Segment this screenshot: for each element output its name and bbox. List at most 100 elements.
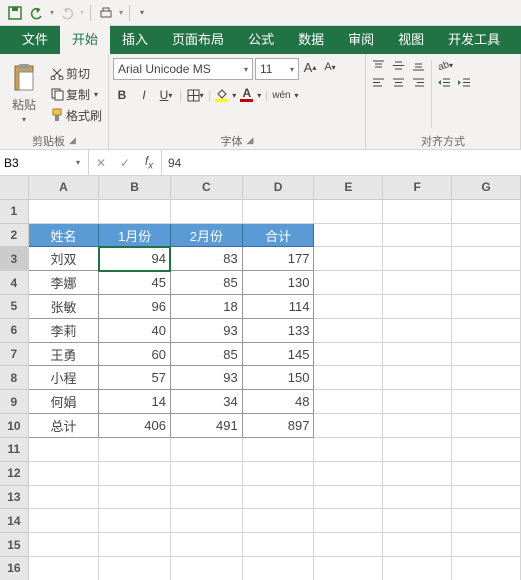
redo-icon[interactable] bbox=[58, 4, 76, 22]
font-name-combo[interactable]: Arial Unicode MS▾ bbox=[113, 58, 253, 80]
cell[interactable] bbox=[451, 295, 520, 319]
font-dialog-icon[interactable]: ◢ bbox=[247, 135, 254, 146]
cell[interactable] bbox=[170, 199, 242, 223]
row-header[interactable]: 1 bbox=[0, 199, 28, 223]
cell[interactable]: 小程 bbox=[28, 366, 98, 390]
cell[interactable]: 93 bbox=[170, 366, 242, 390]
column-header[interactable]: E bbox=[314, 176, 383, 199]
cell[interactable]: 李娜 bbox=[28, 271, 98, 295]
row-header[interactable]: 3 bbox=[0, 247, 28, 271]
cell[interactable] bbox=[383, 366, 452, 390]
cell[interactable] bbox=[314, 485, 383, 509]
cell[interactable] bbox=[451, 247, 520, 271]
cell[interactable] bbox=[451, 271, 520, 295]
cell[interactable] bbox=[99, 556, 171, 580]
bold-button[interactable]: B bbox=[113, 86, 131, 104]
print-dropdown-icon[interactable]: ▾ bbox=[119, 8, 123, 17]
cell[interactable] bbox=[451, 318, 520, 342]
cell[interactable] bbox=[28, 533, 98, 557]
row-header[interactable]: 14 bbox=[0, 509, 28, 533]
cell[interactable] bbox=[383, 437, 452, 461]
name-box-dropdown-icon[interactable]: ▾ bbox=[72, 158, 84, 167]
copy-dropdown-icon[interactable]: ▾ bbox=[94, 90, 98, 99]
cell[interactable]: 总计 bbox=[28, 414, 98, 438]
cell[interactable] bbox=[314, 342, 383, 366]
increase-indent-icon[interactable] bbox=[456, 75, 473, 89]
column-header[interactable]: A bbox=[28, 176, 98, 199]
tab-formulas[interactable]: 公式 bbox=[236, 23, 286, 54]
name-box-input[interactable] bbox=[0, 150, 72, 175]
row-header[interactable]: 10 bbox=[0, 414, 28, 438]
cell[interactable]: 姓名 bbox=[28, 223, 98, 247]
cell[interactable] bbox=[383, 509, 452, 533]
cell[interactable] bbox=[99, 509, 171, 533]
cell[interactable]: 897 bbox=[242, 414, 314, 438]
cell[interactable] bbox=[383, 342, 452, 366]
cell[interactable] bbox=[314, 509, 383, 533]
row-header[interactable]: 15 bbox=[0, 533, 28, 557]
row-header[interactable]: 12 bbox=[0, 461, 28, 485]
cell[interactable]: 60 bbox=[99, 342, 171, 366]
align-middle-icon[interactable] bbox=[390, 58, 407, 72]
tab-view[interactable]: 视图 bbox=[386, 23, 436, 54]
paste-button[interactable]: 粘贴 ▾ bbox=[4, 56, 44, 132]
print-preview-icon[interactable] bbox=[97, 4, 115, 22]
phonetic-dropdown-icon[interactable]: ▾ bbox=[294, 91, 298, 100]
cell[interactable]: 406 bbox=[99, 414, 171, 438]
cell[interactable] bbox=[170, 437, 242, 461]
cell[interactable] bbox=[451, 485, 520, 509]
cell[interactable] bbox=[314, 366, 383, 390]
cell[interactable] bbox=[451, 390, 520, 414]
cell[interactable] bbox=[383, 199, 452, 223]
cell[interactable] bbox=[383, 485, 452, 509]
cell[interactable]: 177 bbox=[242, 247, 314, 271]
tab-developer[interactable]: 开发工具 bbox=[436, 23, 512, 54]
row-header[interactable]: 7 bbox=[0, 342, 28, 366]
cell[interactable] bbox=[314, 437, 383, 461]
cell[interactable] bbox=[99, 199, 171, 223]
cell[interactable]: 114 bbox=[242, 295, 314, 319]
cell[interactable]: 张敏 bbox=[28, 295, 98, 319]
formula-bar[interactable]: 94 bbox=[162, 150, 521, 175]
cell[interactable] bbox=[314, 271, 383, 295]
save-icon[interactable] bbox=[6, 4, 24, 22]
align-center-icon[interactable] bbox=[390, 75, 407, 89]
font-size-combo[interactable]: 11▾ bbox=[255, 58, 299, 80]
cell[interactable]: 130 bbox=[242, 271, 314, 295]
cell[interactable] bbox=[170, 533, 242, 557]
font-color-dropdown-icon[interactable]: ▾ bbox=[257, 91, 261, 100]
cell[interactable] bbox=[451, 366, 520, 390]
cell[interactable] bbox=[99, 533, 171, 557]
cell[interactable] bbox=[451, 199, 520, 223]
row-header[interactable]: 11 bbox=[0, 437, 28, 461]
column-header[interactable]: F bbox=[383, 176, 452, 199]
column-header[interactable]: B bbox=[99, 176, 171, 199]
cell[interactable]: 145 bbox=[242, 342, 314, 366]
paste-dropdown-icon[interactable]: ▾ bbox=[22, 115, 26, 124]
cell[interactable] bbox=[451, 437, 520, 461]
align-bottom-icon[interactable] bbox=[410, 58, 427, 72]
cell[interactable] bbox=[383, 271, 452, 295]
redo-dropdown-icon[interactable]: ▾ bbox=[80, 8, 84, 17]
cell[interactable] bbox=[28, 199, 98, 223]
cell[interactable] bbox=[242, 199, 314, 223]
cell[interactable] bbox=[451, 556, 520, 580]
row-header[interactable]: 2 bbox=[0, 223, 28, 247]
cell[interactable] bbox=[242, 556, 314, 580]
cell[interactable] bbox=[383, 247, 452, 271]
format-painter-button[interactable]: 格式刷 bbox=[48, 106, 104, 125]
fill-color-dropdown-icon[interactable]: ▾ bbox=[232, 91, 236, 100]
cell[interactable] bbox=[28, 485, 98, 509]
tab-page-layout[interactable]: 页面布局 bbox=[160, 23, 236, 54]
qat-customize-icon[interactable]: ▾ bbox=[136, 8, 148, 17]
tab-data[interactable]: 数据 bbox=[286, 23, 336, 54]
row-header[interactable]: 6 bbox=[0, 318, 28, 342]
tab-review[interactable]: 审阅 bbox=[336, 23, 386, 54]
enter-icon[interactable]: ✓ bbox=[113, 156, 137, 170]
italic-button[interactable]: I bbox=[135, 86, 153, 104]
cell[interactable] bbox=[383, 295, 452, 319]
decrease-indent-icon[interactable] bbox=[436, 75, 453, 89]
cell[interactable]: 1月份 bbox=[99, 223, 171, 247]
cell[interactable]: 491 bbox=[170, 414, 242, 438]
cell[interactable] bbox=[383, 318, 452, 342]
